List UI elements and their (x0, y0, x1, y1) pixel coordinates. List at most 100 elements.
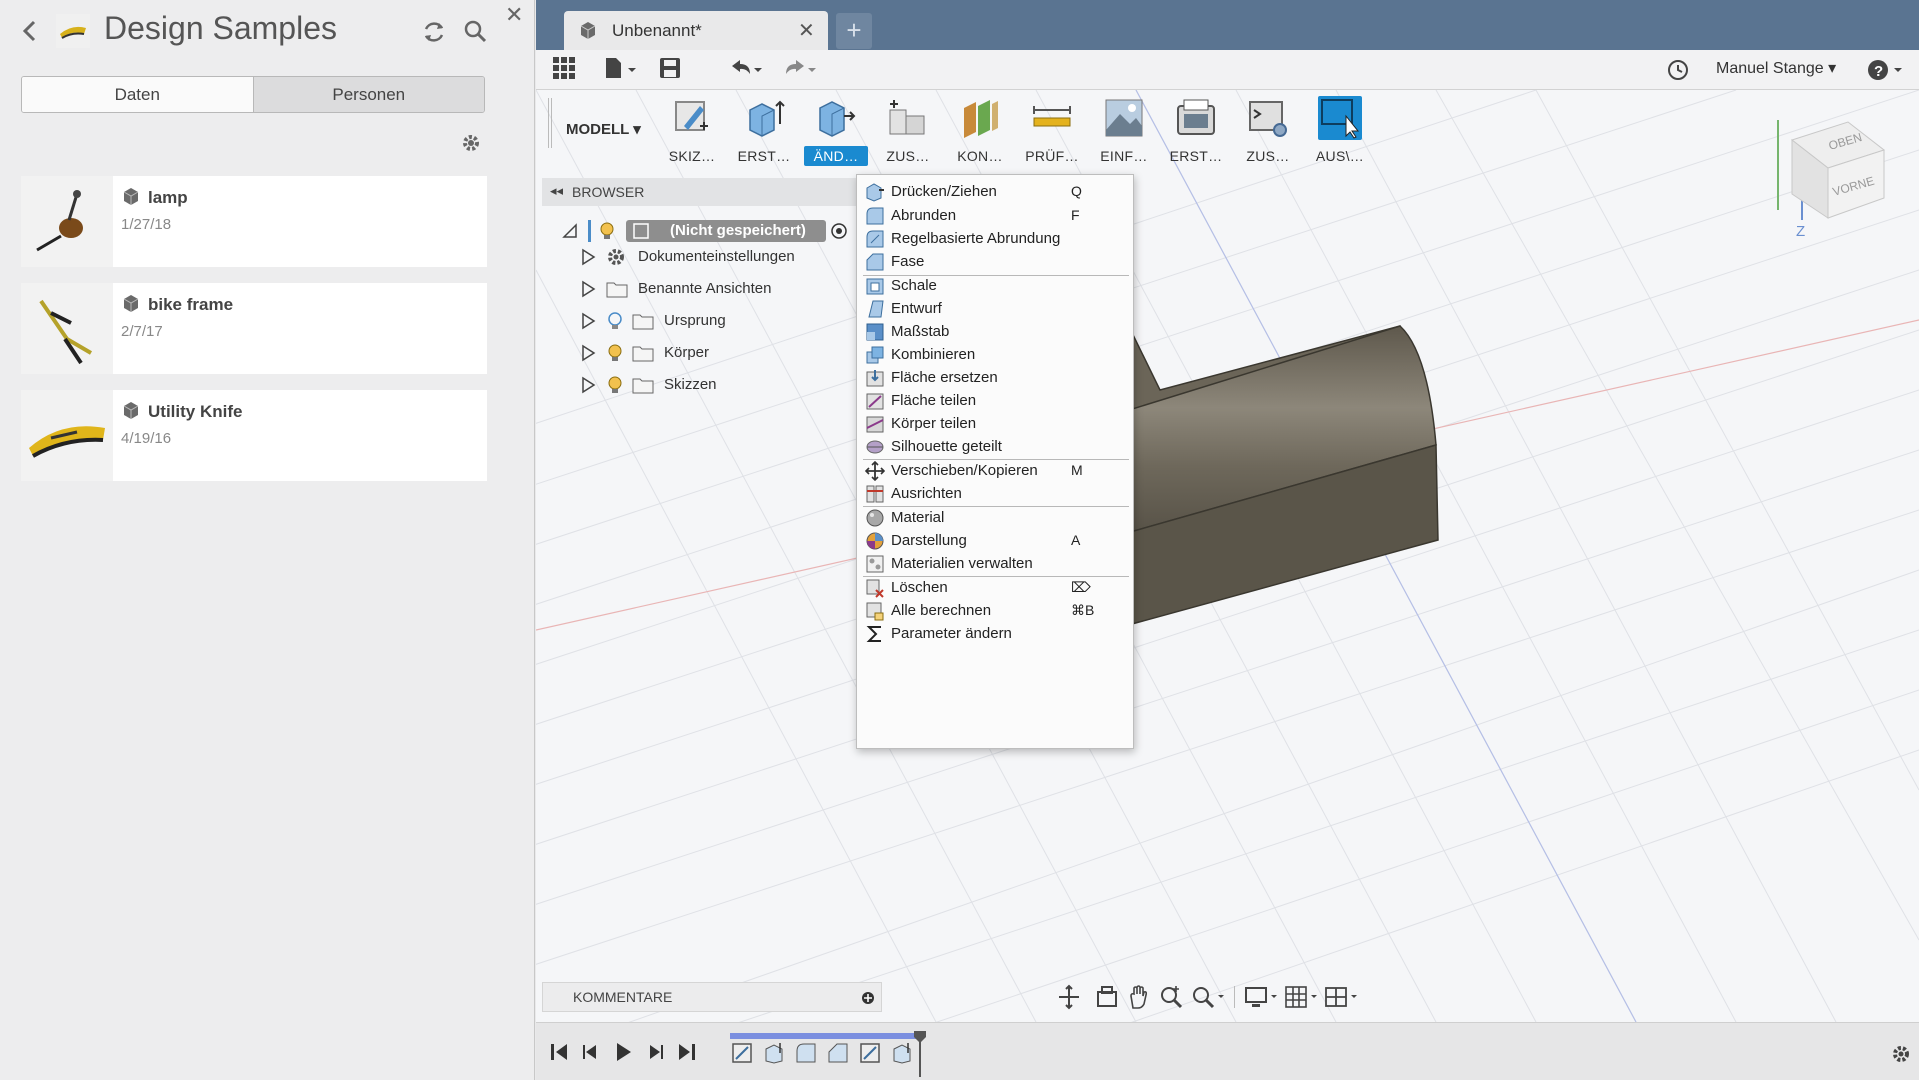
play-icon[interactable] (612, 1041, 634, 1063)
document-tab[interactable]: Unbenannt* ✕ (564, 11, 828, 50)
search-icon[interactable] (462, 18, 490, 46)
browser-node-bodies[interactable]: Körper (580, 340, 850, 366)
file-menu-icon[interactable] (604, 56, 640, 84)
workspace-switcher[interactable]: MODELL ▾ (566, 120, 641, 138)
root-component-pill[interactable]: (Nicht gespeichert) (626, 220, 826, 242)
toolbar-group-make[interactable]: ERST… (1160, 96, 1232, 176)
design-card-bike-frame[interactable]: bike frame 2/7/17 (21, 283, 487, 374)
redo-icon[interactable] (782, 56, 818, 84)
toolbar-grip[interactable] (548, 98, 552, 148)
expand-right-icon[interactable] (580, 279, 596, 299)
look-at-icon[interactable] (1094, 984, 1120, 1010)
step-back-icon[interactable] (580, 1041, 602, 1063)
new-tab-button[interactable]: + (836, 13, 872, 49)
back-icon[interactable] (18, 14, 42, 48)
help-icon[interactable]: ? (1866, 57, 1902, 83)
menu-item-align[interactable]: Ausrichten (857, 481, 1133, 507)
timeline-sketch-icon[interactable] (858, 1041, 882, 1065)
save-icon[interactable] (658, 56, 682, 84)
design-icon (121, 186, 141, 206)
browser-node-named-views[interactable]: Benannte Ansichten (580, 276, 850, 302)
job-status-clock-icon[interactable] (1666, 58, 1690, 82)
close-panel-icon[interactable]: ✕ (505, 2, 523, 28)
app-grid-icon[interactable] (552, 56, 576, 84)
menu-item-silhouette-split[interactable]: Silhouette geteilt (857, 434, 1133, 460)
make-icon (1177, 99, 1215, 135)
timeline-fillet-icon[interactable] (794, 1041, 818, 1065)
fit-zoom-icon[interactable] (1190, 984, 1226, 1010)
pan-hand-icon[interactable] (1126, 984, 1152, 1010)
tab-personen[interactable]: Personen (253, 77, 484, 112)
design-card-lamp[interactable]: lamp 1/27/18 (21, 176, 487, 267)
comments-bar[interactable]: KOMMENTARE (542, 982, 882, 1012)
toolbar-group-sketch[interactable]: SKIZ… (656, 96, 728, 176)
expand-right-icon[interactable] (580, 311, 596, 331)
expand-right-icon[interactable] (580, 375, 596, 395)
go-to-end-icon[interactable] (676, 1041, 698, 1063)
visibility-bulb-icon[interactable] (606, 343, 624, 363)
toolbar-group-assemble[interactable]: ZUS… (872, 96, 944, 176)
navbar-divider (1234, 986, 1235, 1008)
main-toolbar: MODELL ▾ SKIZ… ERST… ÄND… ZUS… KON… PRÜF… (536, 90, 1536, 180)
browser-node-document-settings[interactable]: Dokumenteinstellungen (580, 244, 850, 270)
expand-right-icon[interactable] (580, 343, 596, 363)
view-cube[interactable]: OBEN VORNE Z (1772, 110, 1892, 240)
folder-icon (632, 314, 654, 330)
toolbar-group-addins[interactable]: ZUS… (1232, 96, 1304, 176)
insert-icon (1105, 99, 1143, 137)
design-date: 2/7/17 (121, 323, 163, 340)
timeline-extrude-icon[interactable] (762, 1041, 786, 1065)
visibility-bulb-off-icon[interactable] (606, 311, 624, 331)
browser-node-sketches[interactable]: Skizzen (580, 372, 850, 398)
menu-item-manage-materials[interactable]: Materialien verwalten (857, 551, 1133, 577)
menu-item-change-parameters[interactable]: Parameter ändern (857, 621, 1133, 647)
tab-daten[interactable]: Daten (22, 77, 254, 112)
split-body-icon (866, 416, 884, 433)
expand-right-icon[interactable] (580, 247, 596, 267)
timeline-settings-gear-icon[interactable] (1890, 1043, 1912, 1065)
visibility-bulb-icon[interactable] (598, 221, 616, 241)
orbit-icon[interactable] (1056, 984, 1082, 1010)
activate-radio-icon[interactable] (830, 222, 848, 240)
go-to-start-icon[interactable] (548, 1041, 570, 1063)
viewports-icon[interactable] (1324, 984, 1360, 1010)
close-tab-icon[interactable]: ✕ (798, 18, 815, 43)
modeling-canvas[interactable]: MODELL ▾ SKIZ… ERST… ÄND… ZUS… KON… PRÜF… (536, 90, 1919, 1022)
zoom-icon[interactable] (1158, 984, 1184, 1010)
toolbar-group-select[interactable]: AUS\… (1304, 96, 1376, 176)
design-icon (578, 20, 598, 40)
toolbar-group-label: EINF… (1100, 148, 1148, 164)
collapse-browser-icon[interactable]: ◂◂ (550, 183, 563, 199)
timeline-marker-handle[interactable] (914, 1031, 926, 1077)
grid-settings-icon[interactable] (1284, 984, 1320, 1010)
visibility-bulb-icon[interactable] (606, 375, 624, 395)
design-card-utility-knife[interactable]: Utility Knife 4/19/16 (21, 390, 487, 481)
add-comment-icon[interactable] (861, 991, 875, 1005)
expand-down-icon[interactable] (562, 221, 578, 241)
draft-icon (868, 300, 884, 318)
display-settings-icon[interactable] (1244, 984, 1280, 1010)
user-menu[interactable]: Manuel Stange ▾ (1716, 58, 1836, 78)
toolbar-group-inspect[interactable]: PRÜF… (1016, 96, 1088, 176)
menu-item-chamfer[interactable]: Fase (857, 249, 1133, 275)
toolbar-group-modify[interactable]: ÄND… (800, 96, 872, 176)
design-title: lamp (148, 188, 188, 207)
browser-header[interactable]: ◂◂ BROWSER (542, 178, 860, 206)
appearance-icon (866, 532, 884, 550)
step-forward-icon[interactable] (644, 1041, 666, 1063)
menu-item-press-pull[interactable]: Drücken/Ziehen Q (857, 179, 1133, 205)
timeline-extrude-icon[interactable] (890, 1041, 914, 1065)
menu-item-label: Silhouette geteilt (891, 438, 1002, 455)
comments-label: KOMMENTARE (573, 989, 673, 1005)
refresh-icon[interactable] (420, 18, 448, 46)
combine-icon (866, 346, 884, 364)
timeline-sketch-icon[interactable] (730, 1041, 754, 1065)
timeline-chamfer-icon[interactable] (826, 1041, 850, 1065)
toolbar-group-construct[interactable]: KON… (944, 96, 1016, 176)
undo-icon[interactable] (728, 56, 764, 84)
browser-node-origin[interactable]: Ursprung (580, 308, 850, 334)
browser-root-node[interactable]: (Nicht gespeichert) (562, 218, 862, 244)
settings-gear-icon[interactable] (458, 130, 484, 156)
toolbar-group-create[interactable]: ERST… (728, 96, 800, 176)
toolbar-group-insert[interactable]: EINF… (1088, 96, 1160, 176)
